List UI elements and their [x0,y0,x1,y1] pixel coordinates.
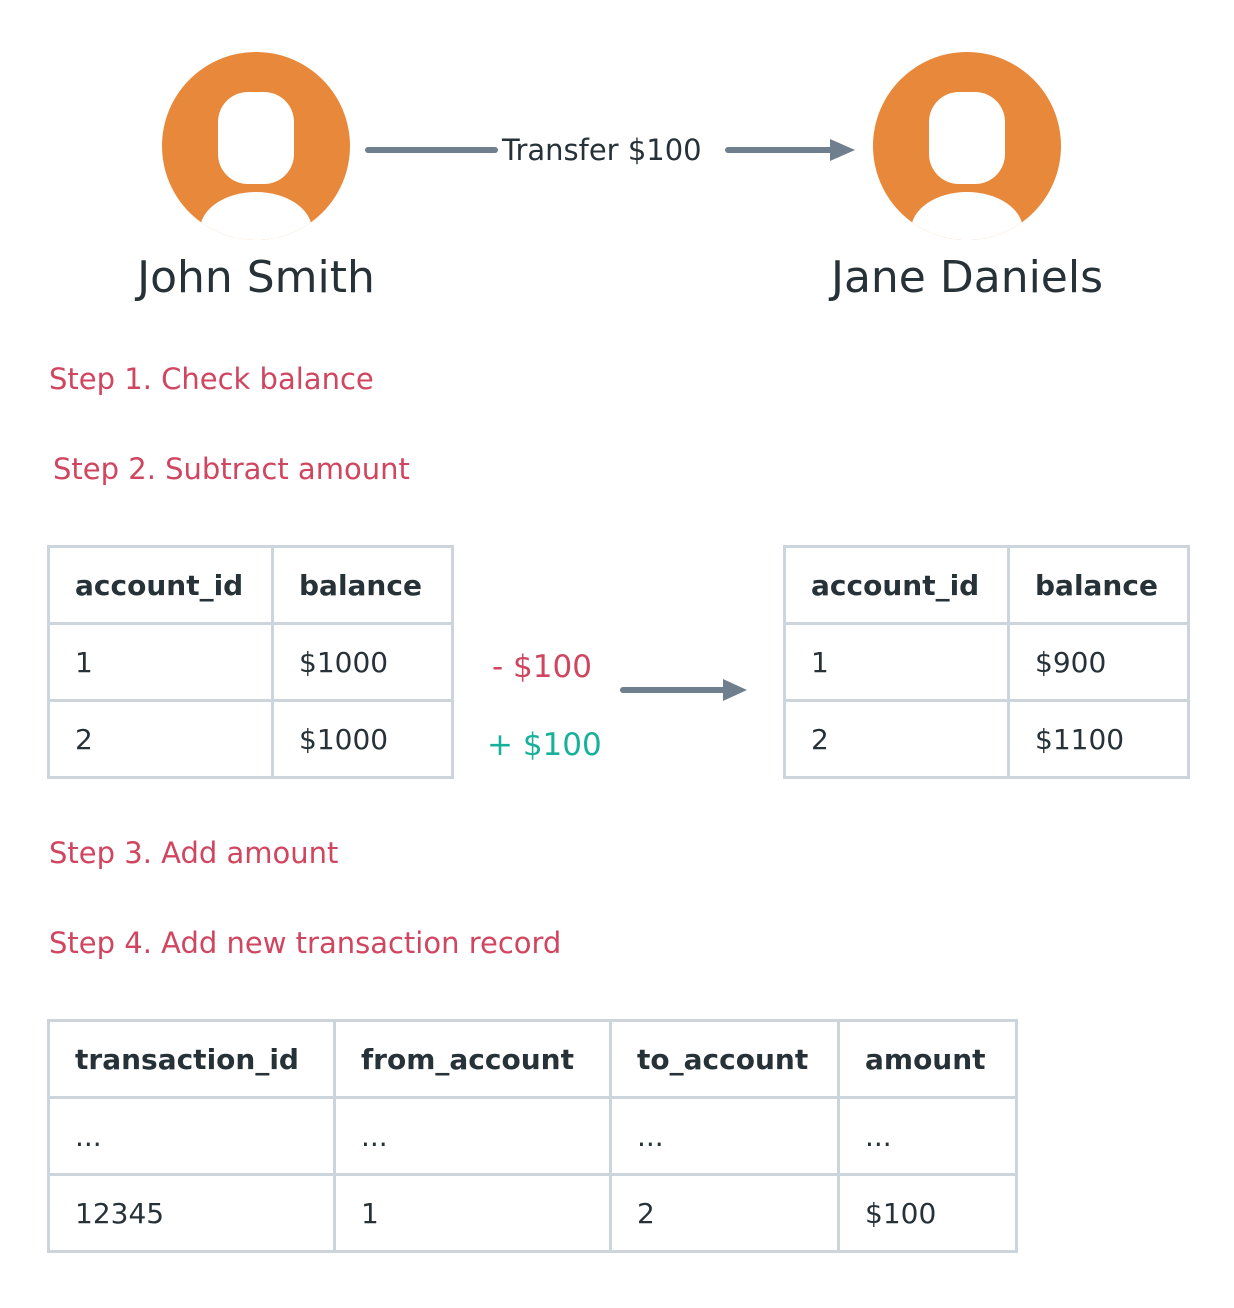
user-icon [162,52,350,240]
table-row: 1 $1000 [47,622,454,702]
table-cell: $1000 [271,622,454,702]
column-header: account_id [783,545,1010,625]
table-cell: $900 [1007,622,1190,702]
minus-amount: - $100 [492,649,592,685]
transfer-label: Transfer $100 [502,133,702,167]
column-header: account_id [47,545,274,625]
column-header: to_account [609,1019,840,1099]
step-3: Step 3. Add amount [49,836,339,870]
column-header: amount [837,1019,1018,1099]
step-2: Step 2. Subtract amount [53,452,410,486]
receiver-name: Jane Daniels [830,252,1104,303]
table-cell: $100 [837,1173,1018,1253]
table-cell: 1 [333,1173,612,1253]
table-row: 12345 1 2 $100 [47,1173,1018,1253]
table-cell: ... [47,1096,336,1176]
step-1: Step 1. Check balance [49,362,374,396]
receiver-avatar [873,52,1061,240]
table-cell: ... [609,1096,840,1176]
column-header: balance [271,545,454,625]
table-cell: 2 [47,699,274,779]
apply-arrow [620,679,747,701]
balances-after-table: account_id balance 1 $900 2 $1100 [783,545,1190,779]
table-cell: 1 [47,622,274,702]
table-cell: $1000 [271,699,454,779]
column-header: transaction_id [47,1019,336,1099]
column-header: balance [1007,545,1190,625]
table-row: 2 $1100 [783,699,1190,779]
column-header: from_account [333,1019,612,1099]
table-header-row: transaction_id from_account to_account a… [47,1019,1018,1099]
table-header-row: account_id balance [47,545,454,625]
table-cell: 2 [609,1173,840,1253]
table-cell: 1 [783,622,1010,702]
table-cell: ... [837,1096,1018,1176]
balances-before-table: account_id balance 1 $1000 2 $1000 [47,545,454,779]
sender-avatar [162,52,350,240]
table-cell: ... [333,1096,612,1176]
plus-amount: + $100 [487,727,602,763]
table-cell: 2 [783,699,1010,779]
table-cell: 12345 [47,1173,336,1253]
user-icon [873,52,1061,240]
sender-name: John Smith [137,252,375,303]
table-cell: $1100 [1007,699,1190,779]
table-row: ... ... ... ... [47,1096,1018,1176]
table-row: 1 $900 [783,622,1190,702]
table-header-row: account_id balance [783,545,1190,625]
table-row: 2 $1000 [47,699,454,779]
step-4: Step 4. Add new transaction record [49,926,562,960]
transactions-table: transaction_id from_account to_account a… [47,1019,1018,1253]
